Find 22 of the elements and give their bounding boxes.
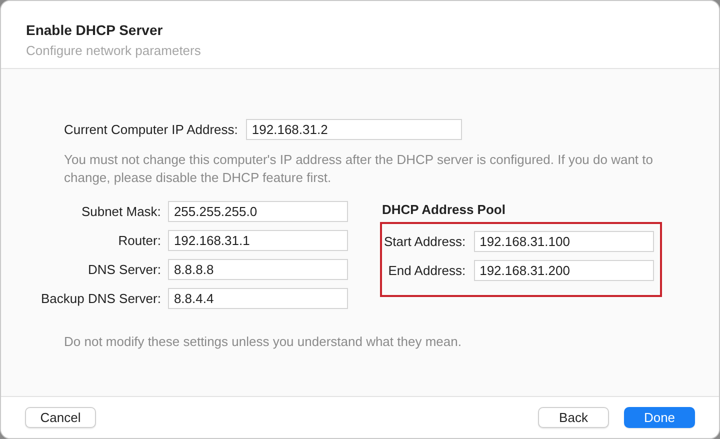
window-subtitle: Configure network parameters: [26, 42, 202, 60]
field-label: End Address:: [387, 263, 466, 278]
input-field[interactable]: 8.8.4.4: [168, 288, 348, 309]
done-button[interactable]: Done: [624, 407, 695, 428]
field-label: Backup DNS Server:: [41, 291, 161, 306]
field-label: Router:: [117, 233, 161, 248]
window-title: Enable DHCP Server: [26, 21, 164, 39]
section-heading: DHCP Address Pool: [380, 201, 506, 219]
dialog-button[interactable]: Back: [538, 407, 609, 428]
field-label: Subnet Mask:: [80, 204, 161, 219]
input-field[interactable]: 255.255.255.0: [168, 201, 348, 222]
field-label: Start Address:: [384, 234, 466, 249]
input-field[interactable]: 192.168.31.100: [474, 231, 654, 252]
input-field[interactable]: 8.8.8.8: [168, 259, 348, 280]
note-text: Do not modify these settings unless you understand what they mean.: [63, 333, 462, 351]
input-field[interactable]: 192.168.31.2: [246, 119, 462, 140]
input-field[interactable]: 192.168.31.200: [474, 260, 654, 281]
dialog-button[interactable]: Cancel: [25, 407, 96, 428]
field-label: Current Computer IP Address:: [64, 122, 238, 137]
input-field[interactable]: 192.168.31.1: [168, 230, 348, 251]
warning-text: You must not change this computer's IP address after the DHCP server is configured. If you do want to change, please disable the DHCP feature first.: [63, 151, 654, 187]
field-label: DNS Server:: [86, 262, 161, 277]
